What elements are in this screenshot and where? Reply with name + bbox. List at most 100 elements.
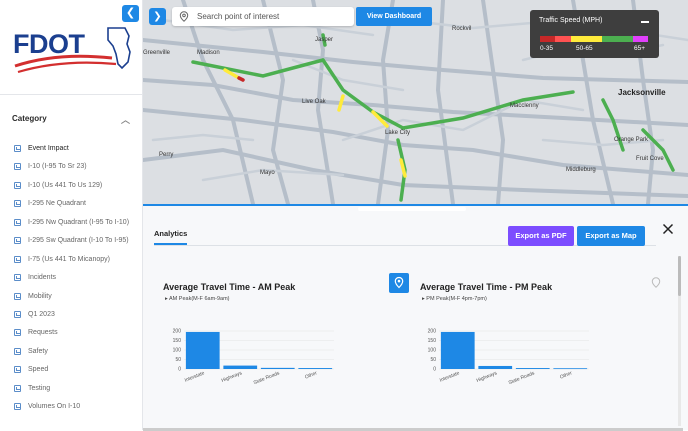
city-label: Jacksonville bbox=[618, 88, 666, 97]
category-item[interactable]: I-10 (Us 441 To Us 129) bbox=[12, 181, 140, 190]
analytics-panel: Analytics Export as PDF Export as Map Av… bbox=[143, 204, 688, 431]
x-tick-label: Highways bbox=[476, 370, 499, 384]
collapse-sidebar-button[interactable]: ❮ bbox=[122, 5, 139, 22]
x-tick-label: Highways bbox=[221, 370, 244, 384]
panel-scrollbar[interactable] bbox=[678, 256, 681, 426]
map-view[interactable]: Greenville Madison Jasper Live Oak Lake … bbox=[143, 0, 688, 204]
chart-icon bbox=[14, 347, 21, 355]
category-item[interactable]: Volumes On I-10 bbox=[12, 402, 140, 411]
legend-label: 50-65 bbox=[576, 45, 593, 52]
card-title: Average Travel Time - AM Peak bbox=[163, 282, 296, 292]
category-item[interactable]: Q1 2023 bbox=[12, 310, 140, 319]
category-item[interactable]: Requests bbox=[12, 328, 140, 337]
location-pin-icon[interactable] bbox=[389, 273, 409, 293]
chart-icon bbox=[14, 292, 21, 300]
category-item-label: I-295 Ne Quadrant bbox=[28, 200, 86, 208]
chevron-left-icon: ❮ bbox=[125, 7, 136, 19]
category-item[interactable]: I-295 Ne Quadrant bbox=[12, 199, 140, 208]
category-item-label: I-295 Sw Quadrant (I-10 To I-95) bbox=[28, 237, 129, 245]
category-item[interactable]: I-75 (Us 441 To Micanopy) bbox=[12, 255, 140, 264]
legend-color-bar bbox=[540, 36, 648, 42]
bar[interactable] bbox=[223, 365, 258, 369]
category-item-label: Requests bbox=[28, 329, 58, 337]
legend-color-swatch bbox=[586, 36, 602, 42]
x-tick-label: Other bbox=[304, 370, 318, 380]
category-item-label: I-10 (Us 441 To Us 129) bbox=[28, 181, 103, 189]
card-subtitle: ▸ AM Peak(M-F 6am-9am) bbox=[165, 296, 230, 302]
chart-icon bbox=[14, 274, 21, 282]
panel-drag-handle[interactable] bbox=[358, 207, 466, 211]
y-tick-label: 150 bbox=[428, 338, 437, 344]
city-label: Orange Park bbox=[614, 137, 649, 143]
city-label: Lake City bbox=[385, 130, 411, 136]
y-tick-label: 150 bbox=[173, 338, 182, 344]
category-item[interactable]: Safety bbox=[12, 347, 140, 356]
export-pdf-button[interactable]: Export as PDF bbox=[508, 226, 574, 246]
legend-color-swatch bbox=[632, 36, 648, 42]
category-item-label: Q1 2023 bbox=[28, 310, 55, 318]
x-tick-label: Other bbox=[559, 370, 573, 380]
city-label: Fruit Cove bbox=[636, 156, 664, 162]
pm-peak-bar-chart: 0 50 100 150 200 Interstate Highways State Road… bbox=[428, 329, 589, 386]
city-label: Macclenny bbox=[510, 103, 539, 109]
category-item[interactable]: Speed bbox=[12, 365, 140, 374]
bar[interactable] bbox=[185, 331, 220, 369]
legend-color-swatch bbox=[570, 36, 587, 42]
x-tick-label: Interstate bbox=[439, 370, 461, 383]
view-dashboard-button[interactable]: View Dashboard bbox=[356, 7, 432, 26]
chart-icon bbox=[14, 366, 21, 374]
y-tick-label: 50 bbox=[430, 357, 436, 363]
category-item[interactable]: I-295 Nw Quadrant (I-95 To I-10) bbox=[12, 218, 140, 227]
category-item-label: Incidents bbox=[28, 274, 57, 282]
legend-color-swatch bbox=[601, 36, 618, 42]
svg-text:FDOT: FDOT bbox=[13, 29, 85, 59]
y-tick-label: 100 bbox=[173, 348, 182, 354]
fdot-logo: FDOT bbox=[13, 27, 131, 74]
y-tick-label: 0 bbox=[433, 367, 436, 373]
scroll-thumb[interactable] bbox=[678, 256, 681, 296]
bar[interactable] bbox=[260, 367, 295, 369]
bar[interactable] bbox=[478, 365, 513, 369]
legend-label: 0-35 bbox=[540, 45, 554, 52]
export-map-button[interactable]: Export as Map bbox=[577, 226, 645, 246]
category-item[interactable]: I-295 Sw Quadrant (I-10 To I-95) bbox=[12, 236, 140, 245]
category-item-label: Testing bbox=[28, 384, 51, 392]
city-label: Mayo bbox=[260, 170, 275, 176]
y-tick-label: 0 bbox=[178, 367, 181, 373]
location-pin-icon bbox=[179, 11, 189, 22]
category-item[interactable]: Incidents bbox=[12, 273, 140, 282]
tab-analytics[interactable]: Analytics bbox=[154, 229, 188, 245]
expand-panel-button[interactable]: ❯ bbox=[149, 8, 166, 25]
legend-color-swatch bbox=[617, 36, 633, 42]
search-input[interactable] bbox=[197, 9, 347, 24]
category-item[interactable]: Mobility bbox=[12, 292, 140, 301]
y-tick-label: 200 bbox=[428, 329, 437, 335]
card-title: Average Travel Time - PM Peak bbox=[420, 282, 553, 292]
category-item-label: I-10 (I-95 To Sr 23) bbox=[28, 163, 87, 171]
bar[interactable] bbox=[440, 331, 475, 369]
x-tick-label: State Roads bbox=[508, 370, 536, 386]
chart-icon bbox=[14, 218, 21, 226]
city-label: Perry bbox=[159, 152, 174, 158]
city-label: Middleburg bbox=[566, 167, 596, 173]
chart-icon bbox=[14, 403, 21, 411]
chevron-right-icon: ❯ bbox=[153, 11, 162, 22]
y-tick-label: 100 bbox=[428, 348, 437, 354]
category-item[interactable]: Event Impact bbox=[12, 144, 140, 153]
location-pin-icon[interactable] bbox=[651, 277, 661, 288]
chevron-up-icon: ︿ bbox=[120, 115, 130, 125]
bar[interactable] bbox=[515, 368, 550, 369]
search-box[interactable] bbox=[172, 7, 354, 26]
city-label: Greenville bbox=[143, 50, 171, 56]
card-subtitle: ▸ PM Peak(M-F 4pm-7pm) bbox=[422, 296, 487, 302]
category-item[interactable]: Testing bbox=[12, 384, 140, 393]
chart-icon bbox=[14, 310, 21, 318]
close-icon[interactable] bbox=[662, 223, 674, 235]
category-header[interactable]: Category ︿ bbox=[12, 114, 130, 128]
city-label: Jasper bbox=[315, 37, 334, 43]
bar[interactable] bbox=[553, 368, 588, 370]
x-tick-label: Interstate bbox=[184, 370, 206, 383]
category-item[interactable]: I-10 (I-95 To Sr 23) bbox=[12, 162, 140, 171]
minimize-icon[interactable] bbox=[641, 21, 649, 23]
bar[interactable] bbox=[298, 368, 333, 369]
